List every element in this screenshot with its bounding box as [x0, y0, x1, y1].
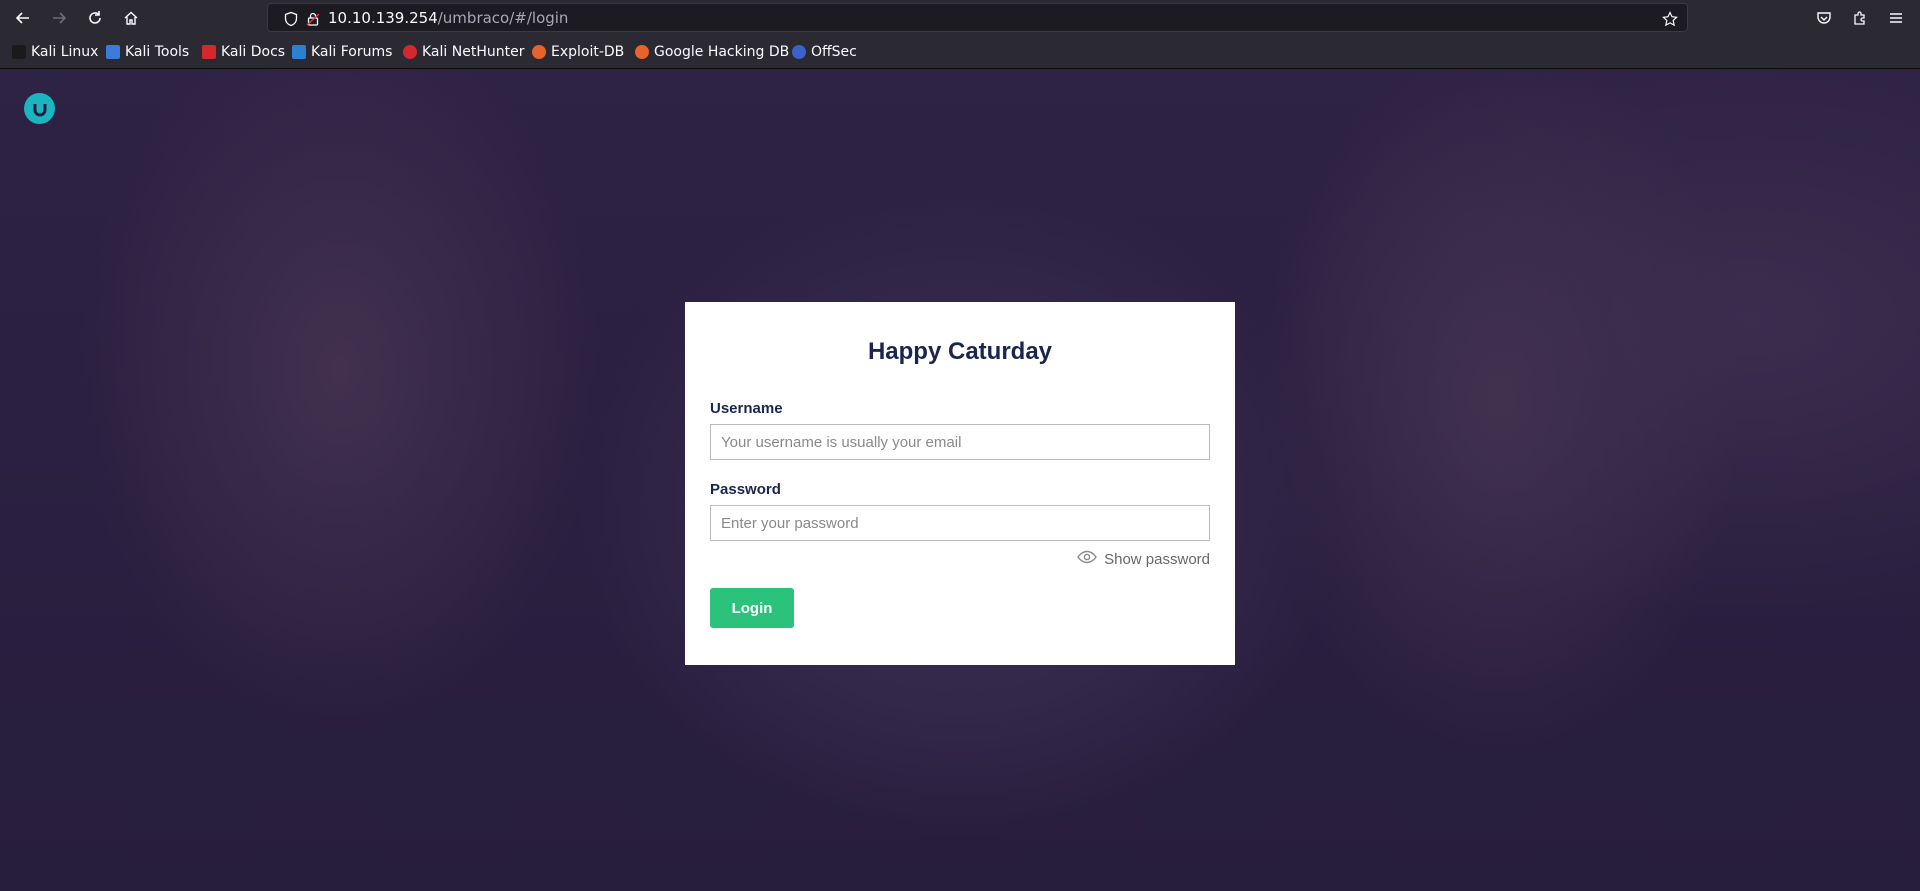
pocket-icon[interactable] [1812, 6, 1836, 30]
bookmark-label: Kali Forums [311, 44, 393, 60]
google-hacking-db-icon [635, 45, 649, 59]
show-password-toggle[interactable]: Show password [1077, 550, 1210, 568]
bookmark-kali-docs[interactable]: Kali Docs [202, 43, 285, 61]
bookmarks-bar: Kali Linux Kali Tools Kali Docs Kali For… [0, 35, 1920, 69]
hamburger-menu-icon[interactable] [1884, 6, 1908, 30]
reload-icon[interactable] [83, 6, 107, 30]
url-path: /umbraco/#/login [437, 9, 569, 27]
extensions-icon[interactable] [1848, 6, 1872, 30]
bookmark-label: OffSec [811, 44, 857, 60]
bookmark-label: Exploit-DB [551, 44, 625, 60]
bookmark-label: Kali Tools [125, 44, 190, 60]
kali-forums-icon [292, 45, 306, 59]
eye-icon [1077, 550, 1097, 568]
back-arrow-icon[interactable] [11, 6, 35, 30]
bookmark-label: Kali Docs [221, 44, 286, 60]
bookmark-star-icon[interactable] [1661, 10, 1679, 28]
url-host: 10.10.139.254 [328, 9, 438, 27]
login-title: Happy Caturday [867, 338, 1053, 365]
kali-nethunter-icon [403, 45, 417, 59]
kali-docs-icon [202, 45, 216, 59]
show-password-label: Show password [1104, 550, 1210, 568]
bookmark-kali-nethunter[interactable]: Kali NetHunter [403, 43, 524, 61]
bookmark-kali-forums[interactable]: Kali Forums [292, 43, 392, 61]
password-label: Password [710, 481, 781, 498]
exploit-db-icon [532, 45, 546, 59]
shield-icon[interactable] [282, 10, 300, 28]
login-page: Happy Caturday Username Password Show pa… [0, 69, 1920, 891]
offsec-icon [792, 45, 806, 59]
login-button[interactable]: Login [710, 588, 794, 628]
url-text: 10.10.139.254/umbraco/#/login [328, 9, 568, 27]
username-label: Username [710, 400, 783, 417]
login-card: Happy Caturday Username Password Show pa… [685, 302, 1235, 665]
bookmark-exploit-db[interactable]: Exploit-DB [532, 43, 624, 61]
password-input[interactable] [710, 505, 1210, 541]
lock-icon[interactable] [304, 10, 322, 28]
bookmark-kali-tools[interactable]: Kali Tools [106, 43, 189, 61]
bookmark-label: Kali NetHunter [422, 44, 525, 60]
bookmark-offsec[interactable]: OffSec [792, 43, 857, 61]
home-icon[interactable] [119, 6, 143, 30]
kali-tools-icon [106, 45, 120, 59]
bookmark-label: Kali Linux [31, 44, 99, 60]
bookmark-google-hacking-db[interactable]: Google Hacking DB [635, 43, 789, 61]
address-bar[interactable]: 10.10.139.254/umbraco/#/login [267, 3, 1688, 32]
umbraco-logo-icon[interactable] [24, 93, 55, 124]
kali-linux-icon [12, 45, 26, 59]
bookmark-kali-linux[interactable]: Kali Linux [12, 43, 98, 61]
username-input[interactable] [710, 424, 1210, 460]
browser-toolbar: 10.10.139.254/umbraco/#/login [0, 0, 1920, 35]
forward-arrow-icon[interactable] [47, 6, 71, 30]
bookmark-label: Google Hacking DB [654, 44, 790, 60]
